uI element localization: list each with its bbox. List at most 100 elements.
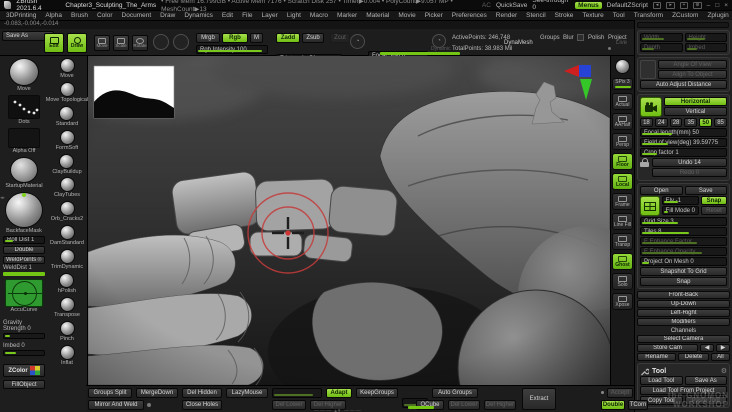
menu-picker[interactable]: Picker — [425, 12, 443, 19]
focal-preset-35[interactable]: 35 — [684, 118, 698, 127]
fillobject-button[interactable]: FillObject — [3, 380, 45, 390]
brush-claytubes[interactable]: ClayTubes — [54, 177, 80, 199]
snap-button[interactable]: Snap — [701, 196, 727, 205]
undo-button[interactable]: Undo 14 — [652, 158, 727, 167]
zadd-button[interactable]: Zadd — [276, 33, 300, 43]
xpose-button[interactable]: Xpose — [612, 293, 633, 310]
depth-slider[interactable]: Depth — [640, 43, 683, 52]
zsub-button[interactable]: Zsub — [302, 33, 324, 43]
accucurve-widget[interactable]: AccuCurve — [3, 279, 45, 314]
e-enhance-opacity-slider[interactable]: E Enhance Opacity — [640, 247, 727, 256]
rename-button[interactable]: Rename — [637, 353, 677, 361]
floor-grid-icon[interactable] — [640, 196, 660, 216]
auto-adjust-distance-button[interactable]: Auto Adjust Distance — [640, 80, 727, 89]
brush-standard[interactable]: Standard — [56, 105, 78, 128]
mergedown-button[interactable]: MergeDown — [136, 388, 178, 398]
paste-tool-button[interactable]: Paste Tool — [684, 396, 727, 405]
imbed-slider[interactable]: Imbed — [684, 43, 727, 52]
imbed-label[interactable]: Imbed 0 — [3, 343, 45, 349]
focal-length-slider[interactable]: Focal length(mm) 50 — [640, 128, 727, 137]
tcorn-button[interactable]: TCorn — [628, 400, 648, 410]
save-as-tool-button[interactable]: Save As — [684, 376, 727, 385]
select-camera-button[interactable]: Select Camera — [637, 335, 730, 343]
focal-preset-85[interactable]: 85 — [714, 118, 727, 127]
menu-zcustom[interactable]: ZCustom — [672, 12, 698, 19]
spix-slider[interactable]: SPix 3 — [612, 78, 633, 90]
roll-dist-slider[interactable]: Roll Dist 1 — [3, 236, 45, 245]
frame-button[interactable]: Frame — [612, 193, 633, 210]
brush-orb-cracks2[interactable]: Orb_Cracks2 — [51, 201, 83, 223]
weldpoints-button[interactable]: WeldPoints ⊗ — [3, 256, 45, 265]
close-holes-button[interactable]: Close Holes — [182, 400, 222, 410]
focal-preset-18[interactable]: 18 — [640, 118, 653, 127]
e-enhance-factor-slider[interactable]: E Enhance Factor — [640, 237, 727, 246]
brush-preview-icon[interactable] — [173, 34, 189, 50]
maximize-button[interactable]: □ — [715, 2, 719, 9]
menu-layer[interactable]: Layer — [262, 12, 278, 19]
menu-light[interactable]: Light — [287, 12, 301, 19]
height-slider[interactable]: Height — [684, 33, 727, 42]
scale-button[interactable]: Scale — [113, 35, 129, 51]
rgb-intensity-slider[interactable]: Rgb Intensity 100 — [196, 45, 268, 54]
menu-texture[interactable]: Texture — [582, 12, 603, 19]
brush-transpose[interactable]: Transpose — [54, 296, 80, 319]
weld-dist-label[interactable]: WeldDist 1 — [3, 265, 45, 272]
align-to-object-button[interactable]: Align To Object — [658, 70, 727, 79]
adapt-button[interactable]: Adapt — [326, 388, 352, 398]
zcut-button[interactable]: Zcut — [330, 33, 350, 43]
menus-button[interactable]: Menus — [575, 1, 602, 9]
del-higher-button-2[interactable]: Del Higher — [484, 400, 516, 410]
smt-dot-icon[interactable] — [601, 391, 604, 394]
current-material-thumb[interactable]: StartupMaterial — [3, 156, 45, 190]
actual-button[interactable]: Actual — [612, 93, 633, 110]
mirror-and-weld-button[interactable]: Mirror And Weld — [88, 400, 144, 410]
delete-button[interactable]: Delete — [678, 353, 709, 361]
left-right-button[interactable]: Left-Right — [637, 309, 730, 317]
angle-of-view-button[interactable]: Angle Of View — [658, 60, 727, 69]
imbed-slider[interactable] — [3, 350, 45, 357]
menu-edit[interactable]: Edit — [222, 12, 233, 19]
groups-label[interactable]: Groups — [540, 35, 560, 41]
next-camera-button[interactable]: ▶ — [716, 344, 730, 352]
width-slider[interactable]: Width — [640, 33, 683, 42]
menu-3dprinting[interactable]: 3DPrinting — [6, 12, 36, 19]
menu-stencil[interactable]: Stencil — [526, 12, 546, 19]
menu-material[interactable]: Material — [366, 12, 389, 19]
focal-pen-icon[interactable]: ◔ — [350, 34, 365, 49]
ghost-button[interactable]: Ghost — [612, 253, 633, 270]
project-on-mesh-slider[interactable]: Project On Mesh 0 — [640, 257, 727, 266]
zcolor-button[interactable]: ZColor — [3, 364, 45, 378]
prev-camera-button[interactable]: ◀ — [700, 344, 714, 352]
del-hidden-button[interactable]: Del Hidden — [182, 388, 222, 398]
fov-slider[interactable]: Field of view(deg) 39.59775 — [640, 138, 727, 147]
lazy-slider[interactable] — [272, 388, 322, 398]
brush-damstandard[interactable]: DamStandard — [50, 225, 84, 247]
aahalf-button[interactable]: AAHalf — [612, 113, 633, 130]
vertical-button[interactable]: Vertical — [664, 107, 727, 116]
all-button[interactable]: All — [710, 353, 730, 361]
brush-trimdynamic[interactable]: TrimDynamic — [51, 249, 83, 271]
brush-formsoft[interactable]: FormSoft — [56, 129, 78, 152]
modifiers-button[interactable]: Modifiers — [637, 318, 730, 326]
auto-groups-button[interactable]: Auto Groups — [432, 388, 478, 398]
rgb-button[interactable]: Rgb — [222, 33, 248, 43]
default-zscript-button[interactable]: DefaultZScript — [607, 2, 648, 9]
double-extract-button[interactable]: Double — [601, 400, 625, 410]
keepgroups-button[interactable]: KeepGroups — [356, 388, 398, 398]
linefill-button[interactable]: Line Fill — [612, 213, 633, 230]
polish-label[interactable]: Polish — [588, 35, 604, 41]
horizontal-button[interactable]: Horizontal — [664, 97, 727, 106]
pen-tablet-icon[interactable]: ⊕ — [693, 1, 702, 9]
camera-icon[interactable] — [640, 97, 662, 117]
brush-claybuildup[interactable]: ClayBuildup — [52, 153, 82, 176]
project-radio-icon[interactable] — [608, 47, 611, 50]
del-lower-button-2[interactable]: Del Lower — [448, 400, 480, 410]
brush-inflat[interactable]: Inflat — [59, 344, 75, 367]
menu-brush[interactable]: Brush — [71, 12, 88, 19]
menu-file[interactable]: File — [242, 12, 252, 19]
double-button[interactable]: Double — [3, 246, 45, 255]
edit-button[interactable]: Edit — [44, 33, 64, 53]
brush-hpolish[interactable]: hPolish — [58, 272, 76, 295]
floor-button[interactable]: Floor — [612, 153, 633, 170]
gravity-label[interactable]: Gravity Strength 0 — [3, 320, 45, 332]
